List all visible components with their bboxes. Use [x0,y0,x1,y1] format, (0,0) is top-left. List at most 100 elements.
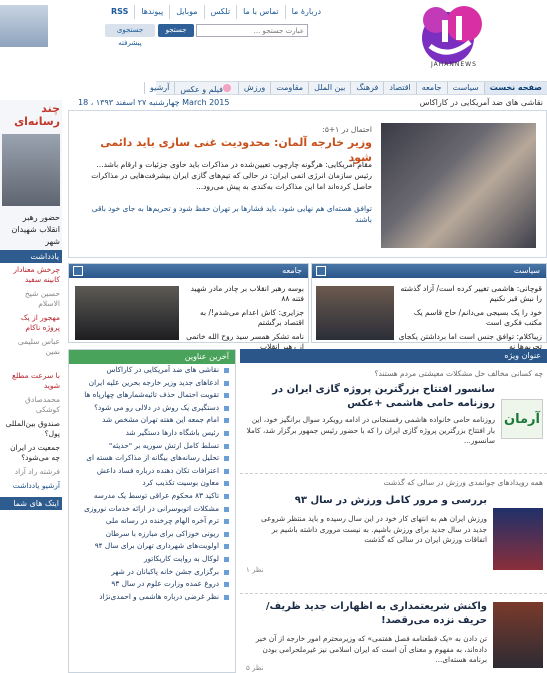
nav-economy[interactable]: اقتصاد [383,82,415,94]
society-heading: جامعه [69,264,308,278]
latest-item[interactable]: ریونی خوزاکی برای مبارزه با سرطان [69,528,235,541]
featured-body: مقام آمریکایی: هرگونه چارچوب تعیین‌شده د… [91,160,372,191]
search-input[interactable] [196,24,308,37]
top-nav-contact[interactable]: تماس با ما [236,5,285,19]
latest-item[interactable]: اعترافات تکان دهنده درباره فساد داعش [69,465,235,478]
current-date: چهارشنبه ۲۷ اسفند ۱۳۹۳ ، 18 March 2015 [78,98,230,107]
latest-item[interactable]: اولویت‌های شهرداری تهران برای سال ۹۴ [69,540,235,553]
nav-archive[interactable]: آرشیو [144,82,174,94]
society-item[interactable]: جزایری: کاش اعدام می‌شدم!/ به اقتصاد برگ… [180,308,304,328]
society-heading-label[interactable]: جامعه [282,266,302,275]
note-title[interactable]: صندوق بین‌المللی پول؟ [0,417,62,441]
special-body: تن دادن به «یک قطعنامه فصل هفتمی» که وزی… [255,634,487,664]
special-title[interactable]: بررسی و مرور کامل ورزش در سال ۹۳ [247,494,487,508]
latest-item[interactable]: لوکال به روایت کاریکاتور [69,553,235,566]
special-body: ورزش ایران هم به انتهای کار خود در این س… [261,514,487,544]
politics-item[interactable]: قوچانی: هاشمی تغییر کرده است/ آزاد گذشته… [394,284,542,304]
note-title[interactable]: با سرعت مطلع شوید [0,369,62,393]
nav-international[interactable]: بین الملل [308,82,350,94]
latest-item[interactable]: مشکلات اتوبوسرانی در ارائه خدمات نوروزی [69,503,235,516]
note-author: حسین شیخ الاسلام [24,289,60,308]
note-author: فرشته راد آزاد [14,467,60,476]
latest-item[interactable]: معاون بوسیت تکذیب کرد [69,477,235,490]
note-title[interactable]: مهجور از یک پروژه ناکام [0,311,62,335]
comment-count-label: ۱ نظر [246,566,264,574]
special-item: واکنش شریعتمداری به اظهارات جدید ظریف/ ح… [240,593,547,673]
comment-count-label: ۵ نظر [246,664,264,672]
latest-item[interactable]: نظر غرضی درباره هاشمی و احمدی‌نژاد [69,591,235,604]
top-nav-telex[interactable]: تلکس [203,5,237,19]
special-photo[interactable] [493,508,543,570]
latest-item[interactable]: دروغ عمده وزارت علوم در سال ۹۳ [69,578,235,591]
society-section: جامعه بوسه رهبر انقلاب بر چادر مادر شهید… [68,263,309,351]
multimedia-box: چند رسانه‌ای حضور رهبر انقلاب شهیدان شهر [0,100,62,250]
advanced-search-button[interactable]: جستجوی پیشرفته [105,24,155,47]
newspaper-logo-image[interactable]: آرمان [501,399,543,439]
nav-politics[interactable]: سیاست [446,82,484,94]
latest-list: نقاشی های ضد آمریکایی در کاراکاس ادعاهای … [69,364,235,603]
latest-item[interactable]: برگزاری جشن خانه پاکبانان در شهر [69,566,235,579]
top-nav-about[interactable]: دربارهٔ ما [284,5,327,19]
special-headlines: عنوان ویژه چه کسانی مخالف حل مشکلات معیش… [240,349,547,673]
left-column: چند رسانه‌ای حضور رهبر انقلاب شهیدان شهر… [0,100,62,673]
note-author: محمدصادق کوشکی [25,395,60,414]
politics-section: سیاست قوچانی: هاشمی تغییر کرده است/ آزاد… [311,263,547,351]
comment-count[interactable]: ۱ نظر [246,566,264,574]
note-author: عباس سلیمی نمین [17,337,60,356]
politics-photo[interactable] [316,286,394,340]
nav-culture[interactable]: فرهنگ [350,82,383,94]
latest-item[interactable]: تسلط کامل ارتش سوریه بر "حدیثه" [69,440,235,453]
special-body: روزنامه حامی خانواده هاشمی رفسنجانی در ا… [246,415,495,445]
search-button[interactable]: جستجو [158,24,194,37]
multimedia-caption[interactable]: حضور رهبر انقلاب شهیدان شهر [0,210,62,250]
latest-item[interactable]: تقویت احتمال حذف تائیه‌شمارهای چهارپاه ه… [69,389,235,402]
society-item[interactable]: بوسه رهبر انقلاب بر چادر مادر شهید فتنه … [180,284,304,304]
latest-item[interactable]: ترم آخره الهام چرخنده در رسانه ملی [69,515,235,528]
logo-english-text: JAHANNEWS [431,61,477,68]
ticker-headline[interactable]: نقاشی های ضد آمریکایی در کاراکاس [420,98,543,107]
nav-resistance[interactable]: مقاومت [270,82,308,94]
nav-society[interactable]: جامعه [415,82,447,94]
society-photo[interactable] [75,286,179,340]
rss-icon[interactable] [73,266,83,276]
featured-story: احتمال در ۱+۵: وزیر خارجه آلمان: محدودیت… [68,110,547,258]
politics-item[interactable]: خود را یک بسیجی می‌دانم/ حاج قاسم یک مکت… [394,308,542,328]
featured-photo[interactable] [381,123,536,248]
latest-item[interactable]: امام جمعه این هفته تهران مشخص شد [69,414,235,427]
politics-heading-label[interactable]: سیاست [514,266,540,275]
featured-related-link[interactable]: توافق هسته‌ای هم نهایی شود، باید فشارها … [80,203,372,225]
nav-media[interactable]: فیلم و عکس [174,82,238,94]
main-navigation: صفحه نخست سیاست جامعه اقتصاد فرهنگ بین ا… [144,81,547,95]
rss-icon[interactable] [316,266,326,276]
latest-item[interactable]: دستگیری یک روش در دلالی رو می شود؟ [69,402,235,415]
politics-heading: سیاست [312,264,546,278]
note-title[interactable]: جمعیت در ایران چه می‌شود؟ [0,441,62,465]
latest-item[interactable]: ادعاهای جدید وزیر خارجه بحرین علیه ایران [69,377,235,390]
special-item: همه رویدادهای جوانمدی ورزش در سالی که گذ… [240,473,547,589]
special-item: چه کسانی مخالف حل مشکلات معیشتی مردم هست… [240,365,547,469]
top-nav-rss[interactable]: RSS [105,5,134,19]
jahannews-logo[interactable] [408,2,500,70]
nav-sports[interactable]: ورزش [237,82,270,94]
comment-count[interactable]: ۵ نظر [246,664,264,672]
latest-item[interactable]: تحلیل رسانه‌های بیگانه از مذاکرات هسته ا… [69,452,235,465]
latest-item[interactable]: تاکید ۸۳ محکوم عراقی توسط یک مدرسه [69,490,235,503]
notes-archive-link[interactable]: آرشیو یادداشت [0,479,62,493]
camera-icon [222,84,231,92]
note-title[interactable]: چرخش معنادار کابینه سفید [0,263,62,287]
special-kicker: چه کسانی مخالف حل مشکلات معیشتی مردم هست… [374,369,543,378]
left-banner-image[interactable] [0,5,48,47]
notes-heading: یادداشت [0,250,62,263]
special-photo[interactable] [493,602,543,668]
special-title[interactable]: سانسور افتتاح بزرگترین پروژه گازی ایران … [245,383,495,411]
latest-item[interactable]: رئیس باشگاه دارها دستگیر شد [69,427,235,440]
top-nav-mobile[interactable]: موبایل [169,5,203,19]
latest-item[interactable]: نقاشی های ضد آمریکایی در کاراکاس [69,364,235,377]
special-title[interactable]: واکنش شریعتمداری به اظهارات جدید ظریف/ ح… [247,600,487,628]
multimedia-photo[interactable] [2,134,60,206]
featured-kicker: احتمال در ۱+۵: [322,125,372,134]
top-nav-links[interactable]: پیوندها [134,5,169,19]
special-heading: عنوان ویژه [240,349,547,363]
nav-home[interactable]: صفحه نخست [483,82,547,94]
social-heading: ایتک های شما [0,497,62,510]
